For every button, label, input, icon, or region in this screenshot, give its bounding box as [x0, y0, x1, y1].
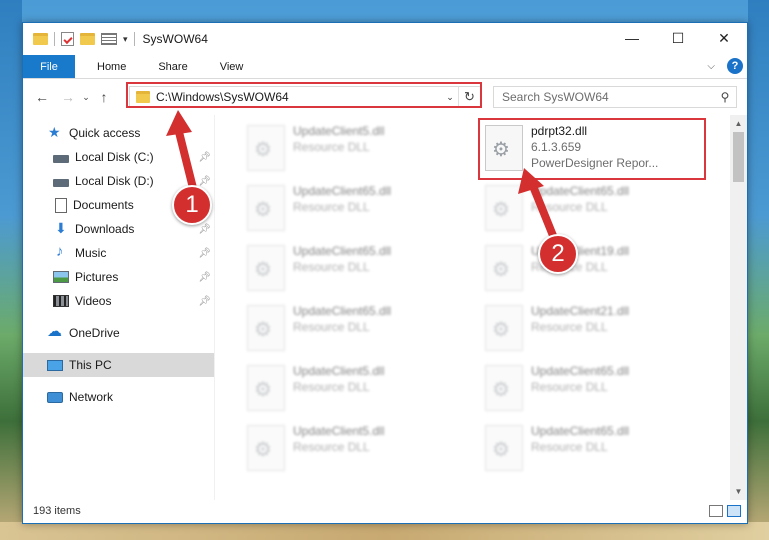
- close-button[interactable]: ✕: [701, 23, 747, 53]
- file-item[interactable]: UpdateClient5.dllResource DLL: [247, 363, 471, 419]
- item-count: 193 items: [33, 505, 81, 517]
- window-title: SysWOW64: [142, 32, 208, 46]
- this-pc-icon: [47, 359, 63, 371]
- sidebar-item-quick-access[interactable]: Quick access: [23, 121, 215, 145]
- dll-file-icon: [485, 365, 523, 411]
- file-item[interactable]: UpdateClient65.dllResource DLL: [247, 243, 471, 299]
- maximize-button[interactable]: ☐: [655, 23, 701, 53]
- dll-file-icon: [247, 305, 285, 351]
- step-1-badge: 1: [172, 185, 212, 225]
- dll-file-icon: [485, 305, 523, 351]
- tab-share[interactable]: Share: [142, 55, 203, 78]
- scroll-up-arrow-icon[interactable]: ▲: [730, 115, 747, 132]
- scrollbar-thumb[interactable]: [733, 132, 744, 182]
- disk-icon: [53, 154, 69, 163]
- network-icon: [47, 391, 63, 403]
- dll-file-icon: [485, 245, 523, 291]
- music-icon: [53, 243, 69, 260]
- dll-file-icon: [485, 185, 523, 231]
- file-item[interactable]: UpdateClient19.dllResource DLL: [485, 243, 709, 299]
- file-item[interactable]: UpdateClient65.dllResource DLL: [247, 303, 471, 359]
- pictures-icon: [53, 271, 69, 283]
- documents-icon: [55, 197, 67, 213]
- recent-locations-chevron-icon[interactable]: ⌄: [79, 92, 93, 103]
- disk-icon: [53, 178, 69, 187]
- pin-icon: 📌︎: [198, 271, 211, 283]
- scroll-down-arrow-icon[interactable]: ▼: [730, 483, 747, 500]
- dll-file-icon: [247, 425, 285, 471]
- tab-view[interactable]: View: [204, 55, 260, 78]
- sidebar-item-network[interactable]: Network: [23, 385, 215, 409]
- videos-icon: [53, 295, 69, 307]
- search-icon[interactable]: ⚲: [714, 90, 736, 104]
- sidebar-item-onedrive[interactable]: OneDrive: [23, 321, 215, 345]
- file-item[interactable]: UpdateClient21.dllResource DLL: [485, 303, 709, 359]
- customize-toolbar-chevron-icon[interactable]: ▾: [123, 34, 128, 45]
- pin-icon: 📌︎: [198, 247, 211, 259]
- pin-icon: 📌︎: [198, 151, 211, 163]
- title-bar: ▾ SysWOW64 — ☐ ✕: [23, 23, 747, 55]
- expand-ribbon-chevron-icon[interactable]: ⌵: [707, 61, 715, 72]
- details-view-icon[interactable]: [709, 505, 723, 517]
- up-arrow-icon[interactable]: ↑: [93, 89, 115, 105]
- dll-file-icon: [247, 245, 285, 291]
- dll-file-icon: [247, 125, 285, 171]
- onedrive-icon: [47, 322, 63, 340]
- file-item[interactable]: UpdateClient65.dllResource DLL: [485, 183, 709, 239]
- search-input[interactable]: Search SysWOW64 ⚲: [493, 86, 737, 108]
- minimize-button[interactable]: —: [609, 23, 655, 53]
- properties-icon[interactable]: [61, 32, 74, 46]
- sidebar-item-videos[interactable]: Videos 📌︎: [23, 289, 215, 313]
- sidebar-item-local-disk-c[interactable]: Local Disk (C:) 📌︎: [23, 145, 215, 169]
- pin-icon: 📌︎: [198, 295, 211, 307]
- sidebar-item-music[interactable]: Music 📌︎: [23, 241, 215, 265]
- dll-file-icon: [247, 185, 285, 231]
- file-item[interactable]: UpdateClient5.dllResource DLL: [247, 123, 471, 179]
- dll-file-icon: [485, 425, 523, 471]
- file-item[interactable]: UpdateClient65.dllResource DLL: [485, 363, 709, 419]
- file-item[interactable]: UpdateClient65.dllResource DLL: [247, 183, 471, 239]
- desktop-background-bottom: [0, 522, 769, 540]
- address-bar-highlight: [126, 82, 482, 108]
- window-controls: — ☐ ✕: [609, 23, 747, 53]
- pin-icon: 📌︎: [198, 175, 211, 187]
- tab-home[interactable]: Home: [81, 55, 142, 78]
- file-highlight: [478, 118, 706, 180]
- large-icons-view-icon[interactable]: [727, 505, 741, 517]
- file-item[interactable]: UpdateClient5.dllResource DLL: [247, 423, 471, 479]
- help-icon[interactable]: ?: [727, 58, 743, 74]
- new-folder-icon[interactable]: [80, 33, 95, 45]
- quick-access-toolbar: ▾: [23, 23, 135, 55]
- step-2-badge: 2: [538, 234, 578, 274]
- navigation-pane: Quick access Local Disk (C:) 📌︎ Local Di…: [23, 115, 215, 500]
- star-icon: [47, 124, 63, 141]
- desktop-background-right: [748, 0, 769, 540]
- folder-icon: [33, 33, 48, 45]
- ribbon-tabs: File Home Share View ⌵ ?: [23, 55, 747, 79]
- dll-file-icon: [247, 365, 285, 411]
- status-bar: 193 items: [23, 499, 747, 523]
- search-placeholder: Search SysWOW64: [502, 90, 609, 104]
- pin-icon: 📌︎: [198, 223, 211, 235]
- vertical-scrollbar[interactable]: ▲ ▼: [730, 115, 747, 500]
- sidebar-item-this-pc[interactable]: This PC: [23, 353, 215, 377]
- forward-arrow-icon[interactable]: →: [57, 89, 79, 105]
- tab-file[interactable]: File: [23, 55, 75, 78]
- view-icon[interactable]: [101, 33, 117, 45]
- back-arrow-icon[interactable]: ←: [31, 89, 53, 105]
- file-item[interactable]: UpdateClient65.dllResource DLL: [485, 423, 709, 479]
- desktop-background-left: [0, 0, 22, 540]
- downloads-icon: [53, 220, 69, 237]
- sidebar-item-pictures[interactable]: Pictures 📌︎: [23, 265, 215, 289]
